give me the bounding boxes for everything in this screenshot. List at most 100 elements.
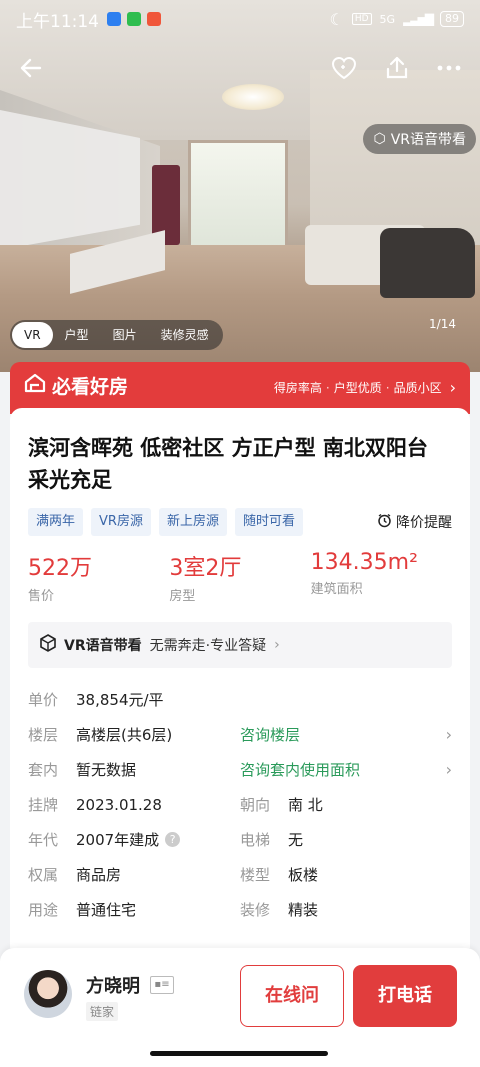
detail-cell: 楼层 高楼层(共6层)	[28, 724, 240, 745]
detail-label: 挂牌	[28, 796, 59, 814]
detail-cell: 电梯 无	[240, 829, 452, 850]
call-button[interactable]: 打电话	[353, 965, 457, 1027]
moon-icon: ☾	[329, 9, 344, 29]
detail-row: 单价 38,854元/平	[28, 682, 452, 717]
hero-photo[interactable]: 上午11:14 ☾ HD 5G ▂▃▅▇ 89 ⬡ VR语音带看 VR 户型 图…	[0, 0, 480, 372]
chevron-right-icon: ›	[449, 378, 456, 397]
detail-row: 年代 2007年建成 ? 电梯 无	[28, 822, 452, 857]
room-chair	[380, 228, 475, 298]
property-details: 单价 38,854元/平 楼层 高楼层(共6层) 咨询楼层 › 套内 暂无数据 …	[28, 682, 452, 927]
banner-feature: 品质小区	[393, 381, 442, 395]
detail-value: 无	[288, 831, 304, 849]
detail-row: 挂牌 2023.01.28 朝向 南 北	[28, 787, 452, 822]
banner-title: 必看好房	[24, 372, 128, 399]
detail-row: 楼层 高楼层(共6层) 咨询楼层 ›	[28, 717, 452, 752]
agent-avatar[interactable]	[24, 970, 72, 1018]
detail-value: 暂无数据	[76, 761, 137, 779]
battery-indicator: 89	[440, 11, 464, 27]
vr-chip-label: VR语音带看	[390, 132, 466, 148]
signal-icon: ▂▃▅▇	[403, 12, 434, 26]
detail-value: 板楼	[288, 866, 319, 884]
detail-cell: 挂牌 2023.01.28	[28, 794, 240, 815]
detail-row: 套内 暂无数据 咨询套内使用面积 ›	[28, 752, 452, 787]
tag: 随时可看	[234, 508, 303, 536]
stat-value: 3室2厅	[169, 556, 242, 581]
status-notification-icons	[107, 12, 161, 26]
must-see-banner[interactable]: 必看好房 得房率高 · 户型优质 · 品质小区 ›	[10, 362, 470, 414]
price-alert-button[interactable]: 降价提醒	[377, 512, 452, 532]
alarm-clock-icon	[377, 513, 392, 532]
bottom-action-bar: 方晓明 ▪≡ 链家 在线问 打电话	[0, 948, 480, 1067]
detail-cell: 用途 普通住宅	[28, 899, 240, 920]
vr-cube-icon: ⬡	[373, 131, 386, 147]
media-tab-photos[interactable]: 图片	[101, 322, 149, 348]
detail-value: 2023.01.28	[76, 795, 162, 814]
business-card-icon[interactable]: ▪≡	[150, 976, 174, 994]
banner-feature: 户型优质	[333, 381, 382, 395]
separator-dot: ·	[385, 380, 390, 395]
detail-label: 年代	[28, 831, 59, 849]
detail-value: 38,854元/平	[76, 691, 164, 709]
stat-label: 建筑面积	[310, 582, 363, 597]
detail-value: 高楼层(共6层)	[76, 726, 173, 744]
listing-title: 滨河含晖苑 低密社区 方正户型 南北双阳台 采光充足	[28, 436, 428, 492]
detail-label: 楼型	[240, 866, 271, 884]
detail-value: 普通住宅	[76, 901, 137, 919]
key-stats: 522万 售价 3室2厅 房型 134.35m² 建筑面积	[28, 550, 452, 604]
detail-label: 装修	[240, 901, 271, 919]
hd-icon: HD	[351, 13, 372, 25]
consult-inner-area-link[interactable]: 咨询套内使用面积 ›	[240, 759, 452, 780]
banner-features: 得房率高 · 户型优质 · 品质小区 ›	[274, 372, 456, 397]
agent-name[interactable]: 方晓明	[86, 972, 140, 998]
status-bar: 上午11:14 ☾ HD 5G ▂▃▅▇ 89	[0, 0, 480, 38]
share-icon[interactable]	[384, 55, 410, 85]
home-indicator[interactable]	[150, 1051, 328, 1056]
detail-label: 用途	[28, 901, 59, 919]
stat-value: 522万	[28, 556, 92, 581]
vr-voice-tour-bar[interactable]: VR语音带看 无需奔走·专业答疑 ›	[28, 622, 452, 668]
detail-value: 商品房	[76, 866, 122, 884]
detail-cell: 套内 暂无数据	[28, 759, 240, 780]
detail-cell: 装修 精装	[240, 899, 452, 920]
stat-price: 522万 售价	[28, 550, 169, 604]
chevron-right-icon: ›	[445, 760, 452, 779]
media-tab-decoration[interactable]: 装修灵感	[149, 322, 221, 348]
help-icon[interactable]: ?	[165, 832, 181, 847]
vr-bar-subtitle: 无需奔走·专业答疑	[149, 638, 267, 654]
banner-feature: 得房率高	[273, 381, 322, 395]
more-icon[interactable]	[436, 55, 462, 85]
media-tab-vr[interactable]: VR	[12, 322, 53, 348]
stat-label: 房型	[169, 589, 196, 604]
app-notification-icon	[107, 12, 121, 26]
status-right: ☾ HD 5G ▂▃▅▇ 89	[329, 9, 464, 29]
vr-cube-icon	[40, 634, 56, 656]
room-window	[188, 140, 288, 250]
stat-value: 134.35m²	[310, 550, 418, 575]
stat-label: 售价	[28, 589, 55, 604]
price-alert-label: 降价提醒	[396, 515, 452, 531]
detail-label: 套内	[28, 761, 59, 779]
detail-row: 权属 商品房 楼型 板楼	[28, 857, 452, 892]
online-ask-button[interactable]: 在线问	[240, 965, 344, 1027]
tag: 满两年	[28, 508, 84, 536]
detail-value: 南 北	[288, 796, 323, 814]
banner-title-text: 必看好房	[52, 376, 129, 398]
detail-label: 电梯	[240, 831, 271, 849]
vr-voice-tour-chip[interactable]: ⬡ VR语音带看	[363, 124, 476, 154]
detail-row: 用途 普通住宅 装修 精装	[28, 892, 452, 927]
detail-label: 单价	[28, 691, 59, 709]
status-time: 上午11:14	[16, 11, 99, 32]
taobao-icon	[147, 12, 161, 26]
stat-area: 134.35m² 建筑面积	[311, 550, 452, 604]
consult-floor-label: 咨询楼层	[240, 726, 301, 744]
consult-floor-link[interactable]: 咨询楼层 ›	[240, 724, 452, 745]
top-navigation	[0, 48, 480, 92]
favorite-heart-icon[interactable]	[330, 55, 358, 85]
detail-value: 精装	[288, 901, 319, 919]
network-label: 5G	[379, 12, 396, 26]
back-icon[interactable]	[18, 55, 44, 85]
detail-cell: 权属 商品房	[28, 864, 240, 885]
vr-bar-title: VR语音带看	[64, 638, 142, 654]
wechat-icon	[127, 12, 141, 26]
media-tab-floorplan[interactable]: 户型	[53, 322, 101, 348]
